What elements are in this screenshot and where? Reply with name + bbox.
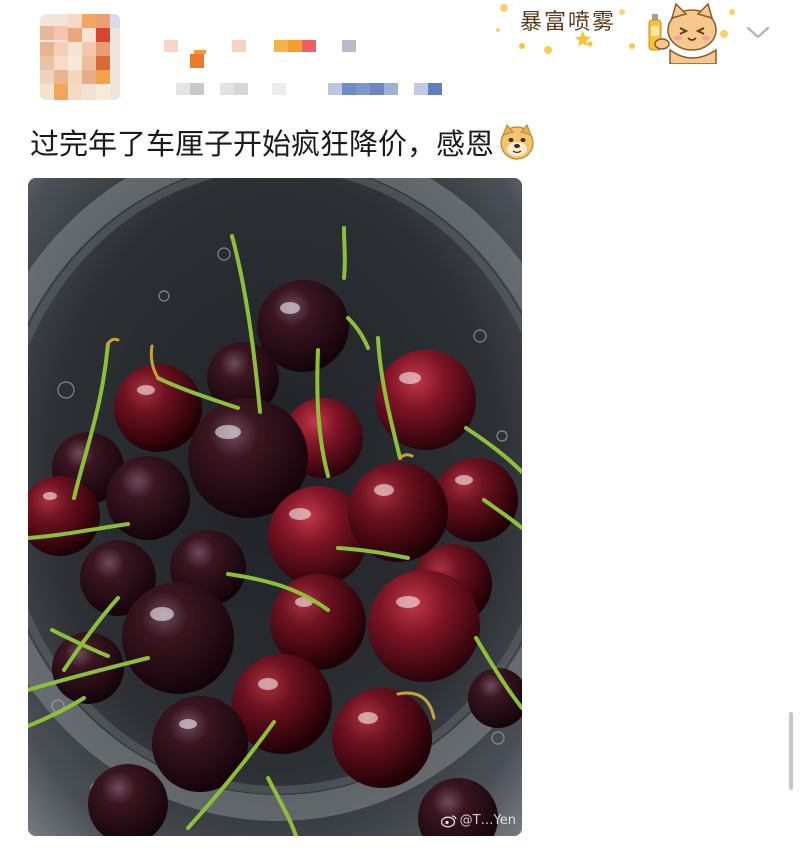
- cat-spray-icon: [648, 2, 717, 64]
- cherries-photo: [28, 178, 522, 836]
- post-image[interactable]: @T…Yen: [28, 178, 522, 836]
- username-mosaic-extra: [190, 54, 204, 68]
- post-meta: [176, 82, 456, 96]
- more-options-button[interactable]: [744, 18, 772, 46]
- scrollbar[interactable]: [789, 712, 793, 790]
- avatar-mosaic: [40, 14, 120, 100]
- image-watermark: @T…Yen: [440, 813, 516, 828]
- doge-emoji-icon: [498, 123, 536, 161]
- avatar[interactable]: [40, 14, 120, 100]
- card-decoration: 暴富喷雾: [492, 0, 740, 64]
- meta-mosaic: [176, 83, 442, 95]
- post-text: 过完年了车厘子开始疯狂降价，感恩: [30, 127, 495, 161]
- watermark-text: @T…Yen: [459, 813, 516, 828]
- weibo-logo-icon: [440, 814, 457, 827]
- post-content: 过完年了车厘子开始疯狂降价，感恩: [30, 118, 536, 166]
- username-mosaic: [164, 40, 356, 54]
- decoration-text: 暴富喷雾: [520, 10, 617, 35]
- weibo-post: 暴富喷雾 过完年了车厘子开始疯狂降价，感恩 @T…Yen: [0, 0, 800, 862]
- chevron-down-icon: [746, 26, 770, 39]
- username[interactable]: [160, 38, 360, 54]
